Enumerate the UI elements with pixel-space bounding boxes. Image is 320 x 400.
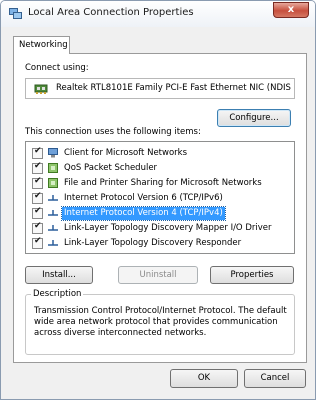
item-label: QoS Packet Scheduler (64, 163, 158, 173)
description-line: across diverse interconnected networks. (34, 328, 207, 338)
uninstall-button[interactable]: Uninstall (118, 266, 198, 284)
item-checkbox[interactable] (32, 146, 43, 159)
properties-dialog: Local Area Connection Properties x Netwo… (0, 0, 316, 400)
items-list[interactable]: Client for Microsoft Networks QoS Packet… (25, 141, 295, 254)
list-item-ipv6[interactable]: Internet Protocol Version 6 (TCP/IPv6) (32, 191, 282, 205)
item-label: Internet Protocol Version 4 (TCP/IPv4) (61, 206, 226, 221)
ok-button[interactable]: OK (170, 369, 238, 388)
network-connection-icon (9, 8, 22, 19)
item-checkbox[interactable] (32, 206, 43, 219)
cancel-button[interactable]: Cancel (244, 369, 306, 388)
list-item-lltd-mapper[interactable]: Link-Layer Topology Discovery Mapper I/O… (32, 221, 282, 235)
list-item-file-sharing[interactable]: File and Printer Sharing for Microsoft N… (32, 176, 282, 190)
list-item-client[interactable]: Client for Microsoft Networks (32, 146, 282, 160)
network-client-icon (48, 148, 58, 158)
configure-button[interactable]: Configure... (217, 109, 291, 127)
protocol-icon (48, 225, 58, 231)
item-checkbox[interactable] (32, 236, 43, 249)
item-checkbox[interactable] (32, 191, 43, 204)
network-service-icon (48, 178, 58, 188)
list-item-ipv4[interactable]: Internet Protocol Version 4 (TCP/IPv4) (32, 206, 282, 221)
network-service-icon (48, 163, 58, 173)
close-icon: x (287, 4, 295, 15)
item-label: File and Printer Sharing for Microsoft N… (64, 178, 262, 188)
protocol-icon (48, 240, 58, 246)
item-checkbox[interactable] (32, 161, 43, 174)
item-label: Internet Protocol Version 6 (TCP/IPv6) (64, 193, 223, 203)
tab-networking[interactable]: Networking (13, 36, 70, 54)
description-title: Description (31, 289, 84, 299)
list-item-lltd-responder[interactable]: Link-Layer Topology Discovery Responder (32, 236, 282, 250)
networking-panel: Connect using: Realtek RTL8101E Family P… (13, 53, 307, 363)
item-checkbox[interactable] (32, 221, 43, 234)
item-label: Link-Layer Topology Discovery Responder (64, 238, 242, 248)
description-line: Transmission Control Protocol/Internet P… (34, 306, 287, 316)
connect-using-label: Connect using: (25, 63, 89, 73)
item-label: Link-Layer Topology Discovery Mapper I/O… (64, 223, 272, 233)
description-text: Transmission Control Protocol/Internet P… (34, 306, 292, 339)
adapter-name: Realtek RTL8101E Family PCI-E Fast Ether… (56, 83, 291, 93)
title-bar[interactable]: Local Area Connection Properties x (1, 1, 315, 27)
window-title: Local Area Connection Properties (28, 7, 194, 18)
items-label: This connection uses the following items… (25, 127, 201, 137)
install-button[interactable]: Install... (25, 266, 93, 284)
description-group: Description Transmission Control Protoco… (25, 289, 295, 355)
adapter-field: Realtek RTL8101E Family PCI-E Fast Ether… (25, 78, 295, 99)
network-adapter-icon (34, 84, 48, 94)
properties-button[interactable]: Properties (210, 266, 294, 284)
description-line: wide area network protocol that provides… (34, 317, 278, 327)
item-checkbox[interactable] (32, 176, 43, 189)
protocol-icon (48, 210, 58, 216)
list-item-qos[interactable]: QoS Packet Scheduler (32, 161, 282, 175)
item-label: Client for Microsoft Networks (64, 148, 188, 158)
close-button[interactable]: x (273, 2, 309, 18)
protocol-icon (48, 195, 58, 201)
